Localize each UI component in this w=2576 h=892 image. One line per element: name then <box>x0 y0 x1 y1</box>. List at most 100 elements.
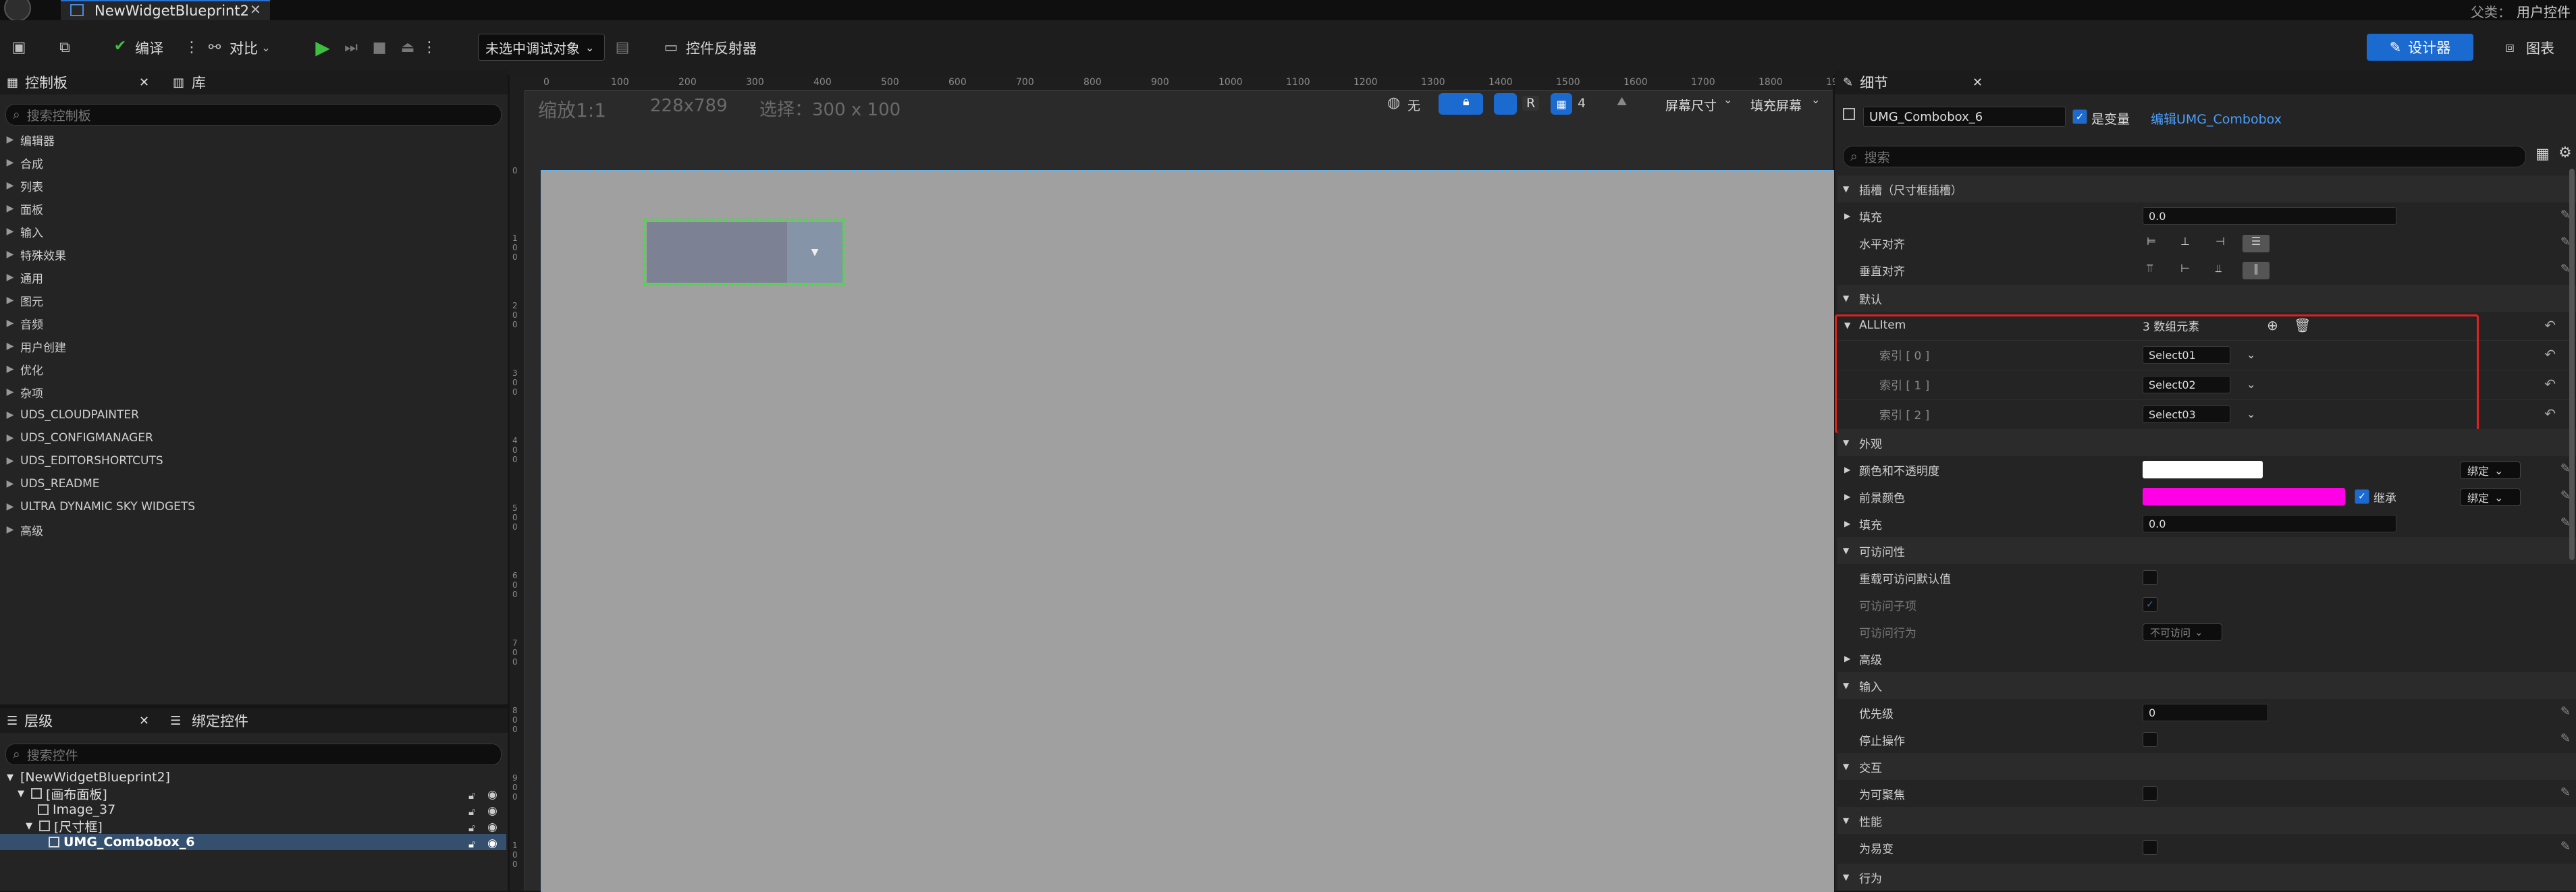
color-swatch-white[interactable] <box>2143 461 2263 478</box>
diff-button[interactable]: 对比 <box>230 38 258 58</box>
grid-size-value[interactable]: 4 <box>1578 96 1586 111</box>
eject-icon[interactable]: ⏏ <box>396 35 420 59</box>
combobox-arrow-area[interactable]: ▼ <box>787 222 842 283</box>
reset-icon[interactable]: ↶ <box>2544 346 2556 362</box>
hierarchy-tab[interactable]: 层级 <box>24 710 53 731</box>
edit-combobox-link[interactable]: 编辑UMG_Combobox <box>2151 109 2282 128</box>
palette-category[interactable]: ▶ 编辑器 <box>0 128 506 151</box>
appearance-section-header[interactable]: ▼ 外观 <box>1837 429 2576 456</box>
compile-icon[interactable]: ✔ <box>108 34 132 58</box>
expand-arrow-icon[interactable]: ▶ <box>1844 202 1850 229</box>
performance-section-header[interactable]: ▼ 性能 <box>1837 807 2576 834</box>
input-section-header[interactable]: ▼ 输入 <box>1837 672 2576 699</box>
details-search-input[interactable]: ⌕ 搜索 <box>1843 146 2526 167</box>
palette-tab[interactable]: 控制板 <box>25 72 68 92</box>
palette-category[interactable]: ▶ UDS_EDITORSHORTCUTS <box>0 449 506 472</box>
debug-object-select[interactable]: 未选中调试对象 ⌄ <box>478 34 605 61</box>
table-view-icon[interactable]: ▦ <box>2535 146 2550 163</box>
palette-category[interactable]: ▶ 优化 <box>0 358 506 381</box>
respect-locks-toggle[interactable] <box>1439 93 1483 115</box>
default-section-header[interactable]: ▼ 默认 <box>1837 285 2576 312</box>
palette-category[interactable]: ▶ 合成 <box>0 151 506 174</box>
palette-category[interactable]: ▶ ULTRA DYNAMIC SKY WIDGETS <box>0 495 506 518</box>
no-preview-label[interactable]: 无 <box>1407 96 1420 114</box>
palette-category[interactable]: ▶ 用户创建 <box>0 335 506 358</box>
lock-icon[interactable]: 🔓︎ <box>468 838 475 850</box>
palette-category[interactable]: ▶ 高级 <box>0 518 506 541</box>
details-scrollbar[interactable] <box>2569 169 2575 560</box>
bind-widgets-tab[interactable]: 绑定控件 <box>192 710 248 731</box>
grid-toggle[interactable]: ▦ <box>1551 93 1572 115</box>
mountain-icon[interactable]: ⛰ <box>1617 94 1627 109</box>
eye-icon[interactable]: ◉ <box>487 820 498 834</box>
palette-category[interactable]: ▶ 图元 <box>0 289 506 312</box>
details-tab[interactable]: 细节 <box>1860 72 1888 92</box>
tree-row-size-box[interactable]: ▼ [尺寸框] <box>0 818 506 835</box>
expand-arrow-icon[interactable]: ▶ <box>1844 510 1850 537</box>
slot-section-header[interactable]: ▼ 插槽（尺寸框插槽） <box>1837 175 2576 202</box>
document-tab[interactable]: NewWidgetBlueprint2 ✕ <box>61 0 270 22</box>
debug-browse-icon[interactable]: ▤ <box>610 35 635 59</box>
align-fill-icon[interactable]: ☰ <box>2243 235 2270 252</box>
parent-class-value[interactable]: 用户控件 <box>2517 1 2571 21</box>
settings-gear-icon[interactable]: ⚙ <box>2558 144 2572 161</box>
is-variable-checkbox[interactable]: ✓ <box>2072 109 2087 124</box>
tree-row-canvas-panel[interactable]: ▼ [画布面板] <box>0 785 506 802</box>
accessibility-section-header[interactable]: ▼ 可访问性 <box>1837 537 2576 564</box>
more-icon[interactable]: ⋮ <box>422 35 437 59</box>
lock-icon[interactable]: 🔓︎ <box>468 789 475 802</box>
align-bottom-icon[interactable]: ⫫ <box>2216 262 2222 275</box>
library-tab[interactable]: 库 <box>192 72 206 92</box>
eye-icon[interactable]: ◉ <box>487 804 498 818</box>
compile-button[interactable]: 编译 <box>135 38 163 58</box>
graph-icon[interactable]: ⧈ <box>2498 35 2522 59</box>
lock-icon[interactable]: 🔓︎ <box>468 806 475 818</box>
align-middle-icon[interactable]: ⊢ <box>2180 262 2190 275</box>
tree-row-combobox[interactable]: UMG_Combobox_6 <box>0 834 506 850</box>
close-tab-icon[interactable]: ✕ <box>1973 76 1983 90</box>
diff-icon[interactable]: ⚯ <box>203 35 227 59</box>
expand-arrow-icon[interactable]: ▼ <box>26 821 39 831</box>
priority-input[interactable]: 0 <box>2143 704 2268 721</box>
designer-button[interactable]: ✎ 设计器 <box>2367 34 2473 61</box>
widget-reflector-button[interactable]: 控件反射器 <box>686 38 757 58</box>
palette-category[interactable]: ▶ UDS_CONFIGMANAGER <box>0 426 506 449</box>
lock-icon[interactable]: 🔓︎ <box>468 822 475 834</box>
align-top-icon[interactable]: ⫪ <box>2147 262 2153 275</box>
reset-icon[interactable]: ↶ <box>2544 376 2556 392</box>
hierarchy-search-input[interactable]: ⌕ 搜索控件 <box>5 744 502 765</box>
palette-category[interactable]: ▶ UDS_CLOUDPAINTER <box>0 403 506 426</box>
graph-button[interactable]: 图表 <box>2526 38 2554 58</box>
align-center-icon[interactable]: ⊥ <box>2180 235 2190 248</box>
stop-icon[interactable]: ■ <box>367 35 392 59</box>
expand-arrow-icon[interactable]: ▼ <box>18 789 31 799</box>
tree-row-root[interactable]: ▼ [NewWidgetBlueprint2] <box>0 769 506 785</box>
widget-name-input[interactable]: UMG_Combobox_6 <box>1863 107 2066 127</box>
expand-arrow-icon[interactable]: ▶ <box>1844 483 1850 510</box>
palette-category[interactable]: ▶ 特殊效果 <box>0 243 506 266</box>
r-toggle[interactable]: R <box>1522 96 1540 111</box>
palette-category[interactable]: ▶ 音频 <box>0 312 506 335</box>
expand-arrow-icon[interactable]: ▼ <box>7 773 20 783</box>
fill-screen-select[interactable]: 填充屏幕 <box>1750 96 1802 114</box>
globe-icon[interactable]: ◍ <box>1387 94 1400 111</box>
close-tab-icon[interactable]: ✕ <box>250 1 261 18</box>
pin-icon[interactable]: ✎ <box>2560 704 2571 719</box>
palette-category[interactable]: ▶ 列表 <box>0 174 506 197</box>
interaction-section-header[interactable]: ▼ 交互 <box>1837 753 2576 780</box>
align-vfill-icon[interactable]: ‖ <box>2243 262 2270 279</box>
close-tab-icon[interactable]: ✕ <box>139 76 149 90</box>
palette-category[interactable]: ▶ 输入 <box>0 220 506 243</box>
align-left-icon[interactable]: ⊨ <box>2147 235 2156 248</box>
advanced-row[interactable]: ▶ 高级 <box>1837 645 2576 672</box>
more-icon[interactable]: ⋮ <box>184 35 199 59</box>
inherit-checkbox[interactable]: ✓ <box>2355 489 2369 504</box>
palette-category[interactable]: ▶ 杂项 <box>0 381 506 403</box>
behavior-section-header[interactable]: ▼ 行为 <box>1837 864 2576 891</box>
expand-arrow-icon[interactable]: ▶ <box>1844 456 1850 483</box>
palette-category[interactable]: ▶ 通用 <box>0 266 506 289</box>
close-tab-icon[interactable]: ✕ <box>139 714 149 728</box>
ue-logo-icon[interactable] <box>4 0 31 22</box>
override-access-checkbox[interactable] <box>2143 570 2157 585</box>
padding2-input[interactable]: 0.0 <box>2143 515 2396 532</box>
